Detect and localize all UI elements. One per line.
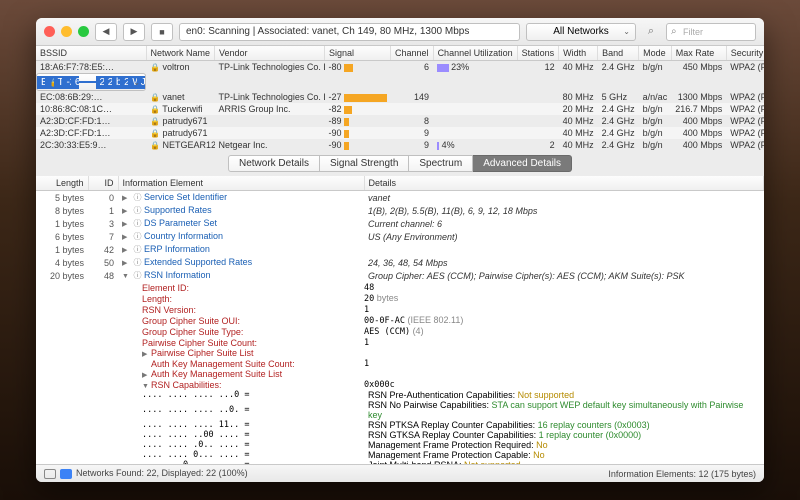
rsn-capability-row: .... .... 0... .... = Management Frame P… bbox=[36, 450, 764, 460]
rsn-capability-row: .... .... .0.. .... = Management Frame P… bbox=[36, 440, 764, 450]
stop-button[interactable]: ■ bbox=[151, 23, 173, 41]
network-row[interactable]: A2:3D:CF:FD:1…🔒 patrudy671-89 840 MHz2.4… bbox=[36, 115, 764, 127]
col-network-name[interactable]: Network Name bbox=[146, 46, 215, 61]
ie-row[interactable]: 1 bytes42▶ ⓘ ERP Information bbox=[36, 243, 764, 256]
info-icon: ⓘ bbox=[134, 271, 142, 280]
col-channel[interactable]: Channel bbox=[391, 46, 434, 61]
lock-icon: 🔒 bbox=[150, 63, 160, 72]
col-max-rate[interactable]: Max Rate bbox=[671, 46, 726, 61]
ie-row[interactable]: 5 bytes0▶ ⓘ Service Set Identifiervanet bbox=[36, 191, 764, 205]
col-channel-utilization[interactable]: Channel Utilization bbox=[433, 46, 517, 61]
rsn-capability-row: .... .... .... ...0 = RSN Pre-Authentica… bbox=[36, 390, 764, 400]
rsn-field: RSN Version:1 bbox=[36, 304, 764, 315]
minimize-icon[interactable] bbox=[61, 26, 72, 37]
col-length[interactable]: Length bbox=[36, 176, 88, 191]
network-row[interactable]: 2C:30:33:E5:9…🔒 NETGEAR12Netgear Inc.-90… bbox=[36, 139, 764, 151]
col-mode[interactable]: Mode bbox=[639, 46, 672, 61]
rsn-capability-row: .... .... .... 11.. = RSN PTKSA Replay C… bbox=[36, 420, 764, 430]
col-details[interactable]: Details bbox=[364, 176, 764, 191]
col-ie[interactable]: Information Element bbox=[118, 176, 364, 191]
rsn-field[interactable]: Auth Key Management Suite Count:1 bbox=[36, 358, 764, 369]
disclosure-triangle-icon[interactable]: ▼ bbox=[122, 273, 131, 280]
col-security[interactable]: Security bbox=[726, 46, 764, 61]
rsn-field: Group Cipher Suite Type:AES (CCM) (4) bbox=[36, 326, 764, 337]
info-icon: ⓘ bbox=[134, 232, 142, 241]
col-stations[interactable]: Stations bbox=[517, 46, 559, 61]
titlebar: ◀ ▶ ■ en0: Scanning | Associated: vanet,… bbox=[36, 18, 764, 46]
network-table[interactable]: BSSIDNetwork NameVendorSignalChannelChan… bbox=[36, 46, 764, 151]
disclosure-triangle-icon[interactable]: ▶ bbox=[142, 371, 151, 379]
rsn-field: Pairwise Cipher Suite Count:1 bbox=[36, 337, 764, 348]
status-field: en0: Scanning | Associated: vanet, Ch 14… bbox=[179, 23, 520, 41]
disclosure-triangle-icon[interactable]: ▶ bbox=[122, 207, 131, 215]
disclosure-triangle-icon[interactable]: ▶ bbox=[122, 194, 131, 202]
capture-toggle-off-icon[interactable] bbox=[44, 469, 56, 479]
ie-row[interactable]: 8 bytes1▶ ⓘ Supported Rates1(B), 2(B), 5… bbox=[36, 204, 764, 217]
network-row[interactable]: EC:08:6B:29:…🔒 vanetTP-Link Technologies… bbox=[36, 91, 764, 103]
tab-spectrum[interactable]: Spectrum bbox=[409, 155, 473, 172]
ie-row[interactable]: 1 bytes3▶ ⓘ DS Parameter SetCurrent chan… bbox=[36, 217, 764, 230]
status-right: Information Elements: 12 (175 bytes) bbox=[608, 469, 756, 479]
network-row[interactable]: A2:3D:CF:FD:1…🔒 patrudy671-90 940 MHz2.4… bbox=[36, 127, 764, 139]
status-bar: Networks Found: 22, Displayed: 22 (100%)… bbox=[36, 464, 764, 482]
network-row[interactable]: 18:A6:F7:78:E5:…🔒 voltronTP-Link Technol… bbox=[36, 61, 764, 74]
filter-input[interactable]: Filter bbox=[666, 23, 756, 41]
tab-advanced-details[interactable]: Advanced Details bbox=[473, 155, 572, 172]
network-row[interactable]: 10:86:8C:08:1C…🔒 TuckerwifiARRIS Group I… bbox=[36, 103, 764, 115]
rsn-field[interactable]: ▼RSN Capabilities:0x000c bbox=[36, 379, 764, 390]
col-band[interactable]: Band bbox=[598, 46, 639, 61]
detail-tabs: Network Details Signal Strength Spectrum… bbox=[36, 151, 764, 176]
close-icon[interactable] bbox=[44, 26, 55, 37]
status-left: Networks Found: 22, Displayed: 22 (100%) bbox=[76, 468, 248, 478]
rsn-field: Length:20 bytes bbox=[36, 293, 764, 304]
disclosure-triangle-icon[interactable]: ▶ bbox=[142, 350, 151, 358]
lock-icon: 🔒 bbox=[150, 141, 160, 150]
disclosure-triangle-icon[interactable]: ▶ bbox=[122, 246, 131, 254]
info-icon: ⓘ bbox=[134, 206, 142, 215]
network-filter-select[interactable]: All Networks bbox=[526, 23, 636, 41]
zoom-icon[interactable] bbox=[78, 26, 89, 37]
col-bssid[interactable]: BSSID bbox=[36, 46, 146, 61]
lock-icon: 🔒 bbox=[150, 117, 160, 126]
ie-row[interactable]: 6 bytes7▶ ⓘ Country InformationUS (Any E… bbox=[36, 230, 764, 243]
rsn-field: Group Cipher Suite OUI:00-0F-AC (IEEE 80… bbox=[36, 315, 764, 326]
disclosure-triangle-icon[interactable]: ▶ bbox=[122, 233, 131, 241]
back-button[interactable]: ◀ bbox=[95, 23, 117, 41]
col-signal[interactable]: Signal bbox=[325, 46, 391, 61]
detail-pane[interactable]: Length ID Information Element Details 5 … bbox=[36, 176, 764, 464]
capture-toggle-on-icon[interactable] bbox=[60, 469, 72, 479]
info-icon: ⓘ bbox=[134, 258, 142, 267]
info-icon: ⓘ bbox=[134, 219, 142, 228]
rsn-capability-row: .... .... ..00 .... = RSN GTKSA Replay C… bbox=[36, 430, 764, 440]
disclosure-triangle-icon[interactable]: ▶ bbox=[122, 220, 131, 228]
lock-icon: 🔒 bbox=[150, 129, 160, 138]
ie-row[interactable]: 20 bytes48▼ ⓘ RSN InformationGroup Ciphe… bbox=[36, 269, 764, 282]
tab-signal-strength[interactable]: Signal Strength bbox=[320, 155, 409, 172]
lock-icon: 🔒 bbox=[150, 93, 160, 102]
rsn-field[interactable]: ▶Pairwise Cipher Suite List bbox=[36, 348, 764, 358]
col-vendor[interactable]: Vendor bbox=[215, 46, 325, 61]
info-icon: ⓘ bbox=[134, 193, 142, 202]
disclosure-triangle-icon[interactable]: ▶ bbox=[122, 259, 131, 267]
tab-network-details[interactable]: Network Details bbox=[228, 155, 320, 172]
lock-icon: 🔒 bbox=[150, 105, 160, 114]
app-window: ◀ ▶ ■ en0: Scanning | Associated: vanet,… bbox=[36, 18, 764, 482]
col-id[interactable]: ID bbox=[88, 176, 118, 191]
search-icon[interactable]: ⌕ bbox=[642, 23, 660, 41]
rsn-field: Element ID:48 bbox=[36, 282, 764, 293]
col-width[interactable]: Width bbox=[559, 46, 598, 61]
network-row[interactable]: EC:08:6B:29:B…🔒 vanetTP-Link Technologie… bbox=[36, 73, 146, 91]
ie-row[interactable]: 4 bytes50▶ ⓘ Extended Supported Rates24,… bbox=[36, 256, 764, 269]
disclosure-triangle-icon[interactable]: ▼ bbox=[142, 383, 151, 390]
rsn-capability-row: .... .... .... ..0. = RSN No Pairwise Ca… bbox=[36, 400, 764, 420]
rsn-field[interactable]: ▶Auth Key Management Suite List bbox=[36, 369, 764, 379]
traffic-lights bbox=[44, 26, 89, 37]
play-button[interactable]: ▶ bbox=[123, 23, 145, 41]
info-icon: ⓘ bbox=[134, 245, 142, 254]
